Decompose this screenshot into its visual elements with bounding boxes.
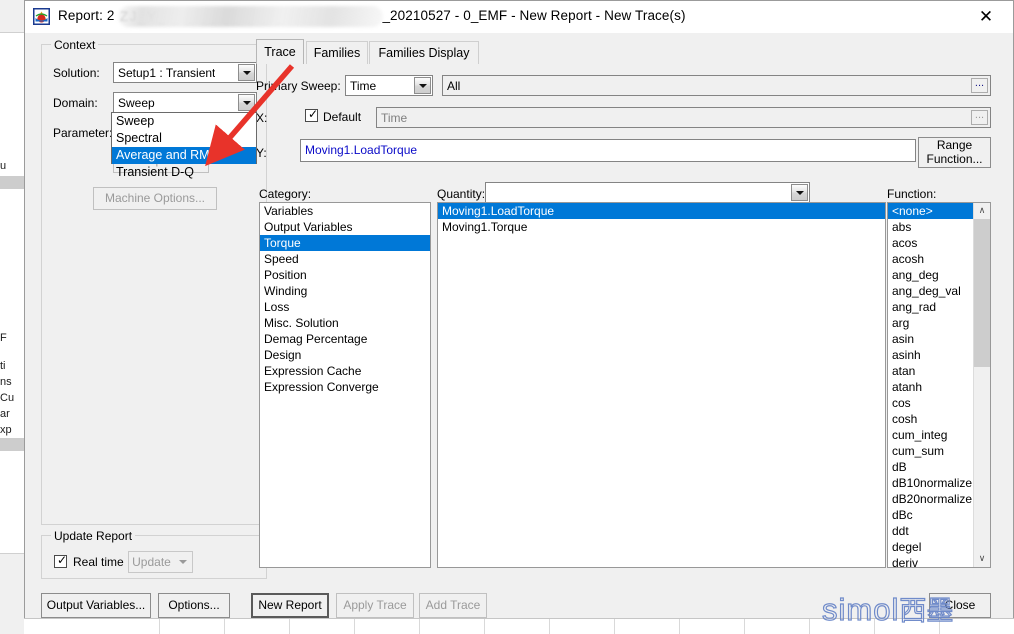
background-text-fragment: ti xyxy=(0,360,6,372)
category-item-winding[interactable]: Winding xyxy=(260,283,430,299)
dialog-title-suffix: _20210527 - 0_EMF - New Report - New Tra… xyxy=(382,8,686,23)
domain-dropdown-popup[interactable]: Sweep Spectral Average and RMS Transient… xyxy=(111,112,257,179)
primary-sweep-range-field[interactable]: All ... xyxy=(442,75,991,96)
background-text-fragment: F xyxy=(0,332,7,344)
chevron-down-icon[interactable] xyxy=(414,77,431,94)
category-item-expression-converge[interactable]: Expression Converge xyxy=(260,379,430,395)
real-time-label: Real time xyxy=(73,555,124,569)
domain-option-average-and-rms[interactable]: Average and RMS xyxy=(112,147,256,164)
background-text-fragment: u xyxy=(0,160,7,172)
options-button[interactable]: Options... xyxy=(158,593,230,618)
report-dialog: Report: 2 _20210527 - 0_EMF - New Report … xyxy=(24,0,1014,634)
x-label: X: xyxy=(256,111,268,125)
category-item-misc-solution[interactable]: Misc. Solution xyxy=(260,315,430,331)
background-selected-row xyxy=(0,438,24,451)
x-expression-field: Time ... xyxy=(376,107,991,128)
report-app-icon xyxy=(33,8,50,25)
quantity-label: Quantity: xyxy=(437,187,486,201)
tab-trace[interactable]: Trace xyxy=(256,39,304,64)
output-variables-button[interactable]: Output Variables... xyxy=(41,593,151,618)
checkmark-icon: ✓ xyxy=(308,107,319,121)
checkmark-icon: ✓ xyxy=(57,553,68,567)
primary-sweep-combobox[interactable]: Time xyxy=(345,75,433,96)
tab-families[interactable]: Families xyxy=(306,41,368,64)
quantity-item-moving1-loadtorque[interactable]: Moving1.LoadTorque xyxy=(438,203,885,219)
quantity-listbox[interactable]: Moving1.LoadTorque Moving1.Torque xyxy=(437,202,886,568)
category-item-variables[interactable]: Variables xyxy=(260,203,430,219)
primary-sweep-value: Time xyxy=(350,79,377,93)
y-expression-value: Moving1.LoadTorque xyxy=(305,143,418,157)
category-item-position[interactable]: Position xyxy=(260,267,430,283)
chevron-down-icon[interactable] xyxy=(238,64,255,81)
domain-option-sweep[interactable]: Sweep xyxy=(112,113,256,130)
category-item-output-variables[interactable]: Output Variables xyxy=(260,219,430,235)
close-button[interactable]: Close xyxy=(929,593,991,618)
category-item-loss[interactable]: Loss xyxy=(260,299,430,315)
background-text-fragment: ar xyxy=(0,408,10,420)
chevron-down-icon[interactable] xyxy=(791,184,808,201)
scroll-down-icon[interactable]: ∨ xyxy=(974,551,990,567)
category-item-demag-percentage[interactable]: Demag Percentage xyxy=(260,331,430,347)
x-default-checkbox[interactable]: ✓ xyxy=(305,107,319,122)
tab-strip: Trace Families Families Display xyxy=(256,39,991,64)
function-item-none[interactable]: <none> xyxy=(888,203,977,219)
y-label: Y: xyxy=(256,146,267,160)
tab-families-display[interactable]: Families Display xyxy=(369,41,479,64)
update-button-label: Update xyxy=(132,555,171,569)
domain-option-spectral[interactable]: Spectral xyxy=(112,130,256,147)
dialog-titlebar: Report: 2 _20210527 - 0_EMF - New Report … xyxy=(25,1,1013,33)
background-selected-row xyxy=(0,176,24,189)
primary-sweep-range-value: All xyxy=(447,79,461,93)
domain-combobox[interactable]: Sweep xyxy=(113,92,257,113)
x-expression-ellipsis-button: ... xyxy=(971,110,988,125)
function-label: Function: xyxy=(887,187,937,201)
category-item-torque[interactable]: Torque xyxy=(260,235,430,251)
primary-sweep-label: Primary Sweep: xyxy=(256,79,341,93)
background-grid-strip xyxy=(24,618,1014,634)
update-report-group-label: Update Report xyxy=(51,529,136,543)
function-list-scrollbar[interactable]: ∧ ∨ xyxy=(973,203,990,567)
context-group-label: Context xyxy=(51,38,99,52)
background-panel xyxy=(0,32,24,554)
background-text-fragment: Cu xyxy=(0,392,15,404)
domain-option-transient-d-q[interactable]: Transient D-Q xyxy=(112,164,256,181)
dialog-title-prefix: Report: 2 xyxy=(58,8,115,23)
scroll-up-icon[interactable]: ∧ xyxy=(974,203,990,219)
primary-sweep-range-ellipsis-button[interactable]: ... xyxy=(971,78,988,93)
background-text-fragment: ns xyxy=(0,376,12,388)
screen: u F ti ns Cu ar xp Report: 2 _20210527 - … xyxy=(0,0,1014,634)
background-text-fragment: xp xyxy=(0,424,12,436)
x-default-label: Default xyxy=(323,110,362,124)
chevron-down-icon[interactable] xyxy=(238,94,255,111)
window-close-icon[interactable]: ✕ xyxy=(965,1,1007,33)
background-application: u F ti ns Cu ar xp xyxy=(0,0,25,634)
machine-options-button: Machine Options... xyxy=(93,187,217,210)
update-split-button: Update xyxy=(128,551,193,573)
domain-label: Domain: xyxy=(53,96,98,110)
category-label: Category: xyxy=(259,187,312,201)
new-report-button[interactable]: New Report xyxy=(251,593,329,618)
x-expression-value: Time xyxy=(381,111,408,125)
domain-value: Sweep xyxy=(118,96,155,110)
category-listbox[interactable]: Variables Output Variables Torque Speed … xyxy=(259,202,431,568)
solution-combobox[interactable]: Setup1 : Transient xyxy=(113,62,257,83)
range-function-button[interactable]: Range Function... xyxy=(918,137,991,168)
add-trace-button: Add Trace xyxy=(419,593,487,618)
category-item-speed[interactable]: Speed xyxy=(260,251,430,267)
dialog-title-redaction-blur xyxy=(118,6,383,27)
y-expression-field[interactable]: Moving1.LoadTorque xyxy=(300,139,916,162)
quantity-item-moving1-torque[interactable]: Moving1.Torque xyxy=(438,219,885,235)
real-time-checkbox[interactable]: ✓ xyxy=(54,553,68,568)
chevron-down-icon xyxy=(174,560,192,564)
function-listbox[interactable]: <none> abs acos acosh ang_deg ang_deg_va… xyxy=(887,202,991,568)
scrollbar-thumb[interactable] xyxy=(974,219,990,367)
quantity-filter-combobox[interactable] xyxy=(485,182,810,203)
parameter-label: Parameter: xyxy=(53,126,113,140)
apply-trace-button: Apply Trace xyxy=(336,593,414,618)
solution-value: Setup1 : Transient xyxy=(118,66,216,80)
solution-label: Solution: xyxy=(53,66,100,80)
category-item-design[interactable]: Design xyxy=(260,347,430,363)
category-item-expression-cache[interactable]: Expression Cache xyxy=(260,363,430,379)
